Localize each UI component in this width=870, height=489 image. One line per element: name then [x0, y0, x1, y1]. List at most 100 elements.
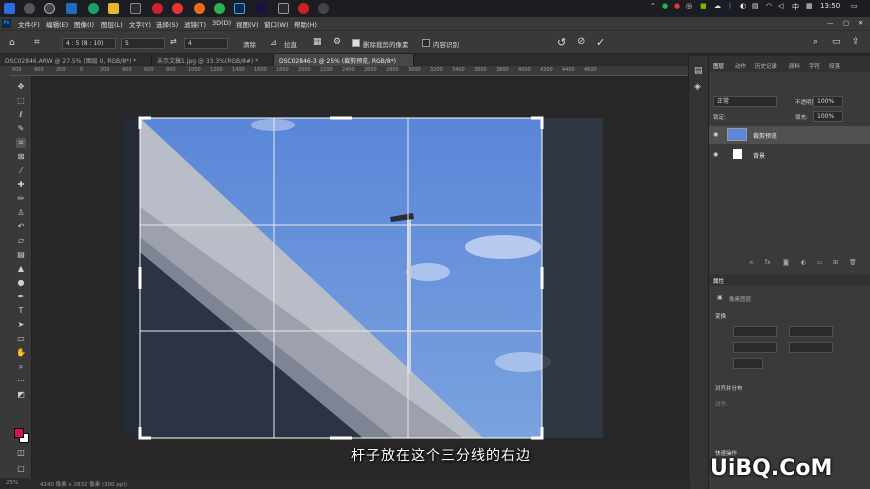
menu-filter[interactable]: 滤镜(T) — [184, 19, 206, 29]
blend-mode-select[interactable]: 正常 — [713, 96, 777, 107]
path-select-tool-icon[interactable]: ➤ — [16, 320, 26, 330]
file-explorer-icon[interactable] — [108, 3, 119, 14]
default-colors-icon[interactable]: ◩ — [16, 390, 26, 400]
commit-check-icon[interactable]: ✓ — [596, 36, 605, 49]
new-layer-icon[interactable]: ⊞ — [833, 259, 838, 266]
nvidia-icon[interactable]: ■ — [700, 2, 707, 10]
eyedropper-tool-icon[interactable]: ⁄ — [16, 166, 26, 176]
layer-row[interactable]: ◉ 背景 — [709, 146, 870, 164]
search-icon[interactable] — [24, 3, 35, 14]
transform-y-field[interactable] — [789, 342, 833, 353]
transform-width-field[interactable] — [733, 326, 777, 337]
app-icon-2[interactable] — [318, 3, 329, 14]
foreground-color-swatch[interactable] — [14, 428, 24, 438]
history-brush-tool-icon[interactable]: ↶ — [16, 222, 26, 232]
menu-help[interactable]: 帮助(H) — [294, 19, 317, 29]
menu-edit[interactable]: 编辑(E) — [46, 19, 68, 29]
layer-style-icon[interactable]: fx — [765, 259, 771, 266]
windows-start-icon[interactable] — [4, 3, 15, 14]
cancel-icon[interactable]: ⊘ — [577, 36, 585, 47]
workspace-icon[interactable]: ▭ — [832, 37, 841, 47]
chevron-up-icon[interactable]: ⌃ — [650, 2, 656, 10]
minimize-button[interactable]: — — [827, 19, 834, 27]
zoom-level[interactable]: 25% — [6, 480, 18, 486]
swap-dimensions-icon[interactable]: ⇄ — [170, 37, 177, 46]
clear-button[interactable]: 清除 — [243, 39, 256, 49]
lasso-tool-icon[interactable]: ℓ — [16, 110, 26, 120]
fill-field[interactable]: 100% — [813, 111, 843, 122]
pen-tool-icon[interactable]: ✒ — [16, 292, 26, 302]
marquee-tool-icon[interactable]: ⬚ — [16, 96, 26, 106]
gradient-tool-icon[interactable]: ▤ — [16, 250, 26, 260]
cloud-icon[interactable]: ☁ — [714, 2, 721, 10]
menu-type[interactable]: 文字(Y) — [129, 19, 151, 29]
tab-history[interactable]: 历史记录 — [755, 62, 777, 70]
search-icon-ps[interactable]: ⌕ — [813, 37, 818, 47]
tab-document-3[interactable]: DSC02846-3 @ 25% (裁剪预览, RGB/8*) — [274, 54, 414, 66]
transform-section[interactable]: 变换 — [715, 312, 726, 320]
wechat-icon[interactable] — [214, 3, 225, 14]
maximize-button[interactable]: ▢ — [843, 19, 849, 27]
menu-file[interactable]: 文件(F) — [18, 19, 40, 29]
notification-icon[interactable]: ▭ — [851, 2, 858, 10]
history-panel-icon[interactable]: ▤ — [694, 66, 703, 76]
tab-actions[interactable]: 动作 — [735, 62, 746, 70]
document-info[interactable]: 4240 像素 x 2832 像素 (300 ppi) — [40, 480, 127, 488]
media-app-icon[interactable] — [152, 3, 163, 14]
reset-icon[interactable]: ↺ — [557, 36, 566, 49]
edge-browser-icon[interactable] — [88, 3, 99, 14]
transform-angle-field[interactable] — [733, 358, 763, 369]
tab-document-2[interactable]: 未示文稿1.jpg @ 33.3%(RGB/8#) * — [152, 54, 274, 66]
crop-tool-icon[interactable]: ⌗ — [16, 138, 26, 148]
tab-swatches[interactable]: 颜料 — [789, 62, 800, 70]
hand-tool-icon[interactable]: ✋ — [16, 348, 26, 358]
move-tool-icon[interactable]: ✥ — [16, 82, 26, 92]
menu-window[interactable]: 窗口(W) — [264, 19, 289, 29]
quick-mask-icon[interactable]: ◫ — [16, 448, 26, 458]
more-tools-icon[interactable]: ⋯ — [16, 376, 26, 386]
crop-tool-preset-icon[interactable]: ⌗ — [34, 37, 40, 48]
dodge-tool-icon[interactable]: ● — [16, 278, 26, 288]
document-canvas[interactable]: 杆子放在这个三分线的右边 — [33, 77, 688, 482]
info-panel-icon[interactable]: ◈ — [694, 82, 701, 92]
blur-tool-icon[interactable]: ▲ — [16, 264, 26, 274]
healing-brush-tool-icon[interactable]: ✚ — [16, 180, 26, 190]
app-icon[interactable] — [130, 3, 141, 14]
bluetooth-icon[interactable]: ᛒ — [728, 2, 732, 10]
straighten-icon[interactable]: ⊿ — [270, 38, 277, 47]
crop-ratio-select[interactable]: 4 : 5 (8 : 10) — [62, 38, 116, 49]
quick-select-tool-icon[interactable]: ✎ — [16, 124, 26, 134]
menu-3d[interactable]: 3D(D) — [212, 19, 231, 27]
layer-mask-icon[interactable]: ◙ — [783, 259, 789, 266]
eye-icon[interactable]: ◉ — [713, 131, 718, 138]
transform-height-field[interactable] — [789, 326, 833, 337]
transform-x-field[interactable] — [733, 342, 777, 353]
rectangle-tool-icon[interactable]: ▭ — [16, 334, 26, 344]
tray-app-icon-2[interactable]: ◎ — [686, 2, 692, 10]
menu-view[interactable]: 视图(V) — [236, 19, 259, 29]
adjustment-layer-icon[interactable]: ◐ — [801, 259, 806, 266]
type-tool-icon[interactable]: T — [16, 306, 26, 316]
link-layers-icon[interactable]: ∞ — [749, 259, 754, 266]
home-icon[interactable]: ⌂ — [9, 38, 15, 48]
menu-select[interactable]: 选择(S) — [156, 19, 178, 29]
eraser-tool-icon[interactable]: ▱ — [16, 236, 26, 246]
tab-character[interactable]: 字符 — [809, 62, 820, 70]
brush-tool-icon[interactable]: ✏ — [16, 194, 26, 204]
eye-icon[interactable]: ◉ — [713, 151, 718, 158]
opacity-field[interactable]: 100% — [813, 96, 843, 107]
tool-icon[interactable] — [278, 3, 289, 14]
overlay-grid-icon[interactable]: ▦ — [313, 37, 322, 47]
menu-image[interactable]: 图像(I) — [74, 19, 94, 29]
wifi-icon[interactable]: ◠ — [766, 2, 772, 10]
tab-layers[interactable]: 图层 — [713, 62, 724, 70]
screen-mode-icon[interactable]: ▢ — [16, 464, 26, 474]
photoshop-taskbar-icon[interactable] — [234, 3, 245, 14]
network-icon[interactable]: ▤ — [752, 2, 759, 10]
volume-icon[interactable]: ◁ — [778, 2, 783, 10]
clone-stamp-tool-icon[interactable]: ♙ — [16, 208, 26, 218]
menu-layer[interactable]: 图层(L) — [101, 19, 123, 29]
crop-width-field[interactable]: 5 — [121, 38, 165, 49]
frame-tool-icon[interactable]: ⊠ — [16, 152, 26, 162]
tray-app-icon[interactable]: ● — [662, 2, 668, 10]
